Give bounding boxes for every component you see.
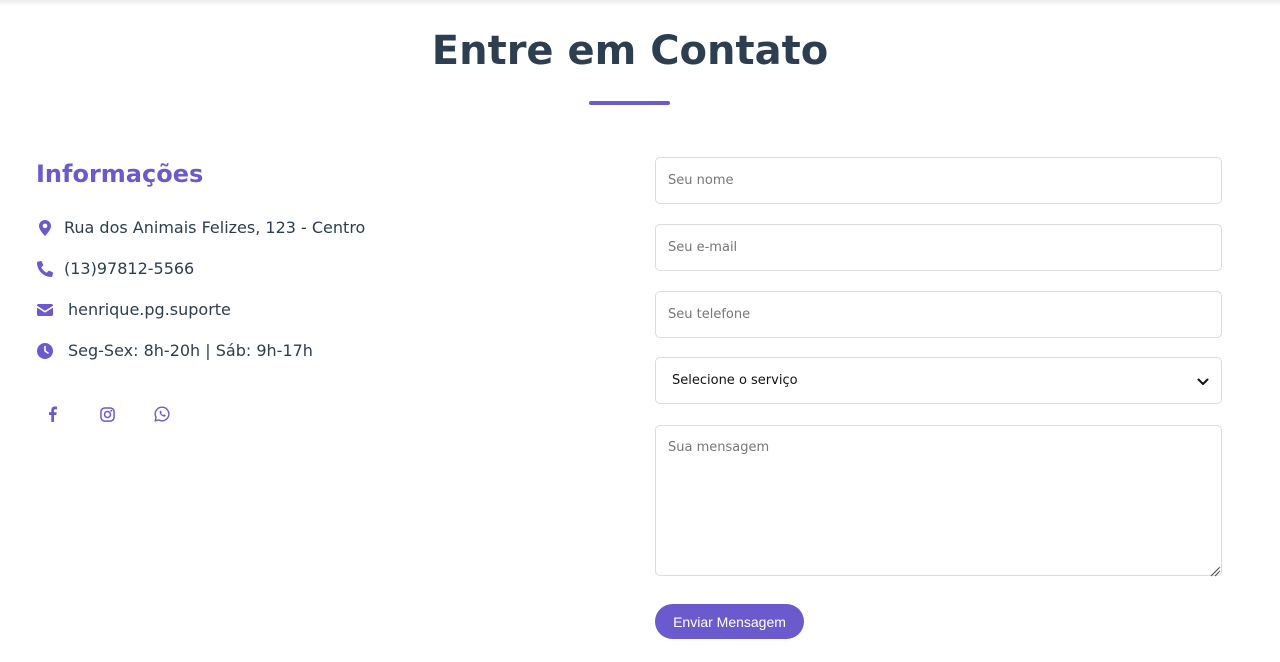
facebook-icon bbox=[48, 406, 57, 426]
facebook-link[interactable] bbox=[40, 404, 64, 428]
send-message-button[interactable]: Enviar Mensagem bbox=[655, 604, 804, 639]
clock-icon bbox=[36, 342, 54, 360]
page-title: Entre em Contato bbox=[431, 28, 829, 74]
info-item-address: Rua dos Animais Felizes, 123 - Centro bbox=[36, 218, 365, 237]
envelope-icon bbox=[36, 301, 54, 319]
info-item-phone: (13)97812-5566 bbox=[36, 259, 194, 278]
email-input[interactable] bbox=[655, 224, 1222, 271]
resize-handle-icon[interactable] bbox=[1208, 562, 1220, 577]
info-item-hours: Seg-Sex: 8h-20h | Sáb: 9h-17h bbox=[36, 341, 313, 360]
service-select[interactable]: Selecione o serviço bbox=[655, 357, 1222, 404]
map-pin-icon bbox=[36, 219, 54, 237]
title-underline bbox=[589, 101, 670, 105]
info-item-email: henrique.pg.suporte bbox=[36, 300, 231, 319]
info-heading: Informações bbox=[36, 160, 204, 188]
phone-icon bbox=[36, 260, 54, 278]
chevron-down-icon bbox=[1197, 371, 1209, 390]
phone-input[interactable] bbox=[655, 291, 1222, 338]
info-email-text: henrique.pg.suporte bbox=[68, 300, 231, 319]
whatsapp-icon bbox=[154, 406, 170, 426]
whatsapp-link[interactable] bbox=[150, 404, 174, 428]
name-input[interactable] bbox=[655, 157, 1222, 204]
header-shadow bbox=[0, 0, 1280, 6]
info-hours-text: Seg-Sex: 8h-20h | Sáb: 9h-17h bbox=[68, 341, 313, 360]
service-select-value: Selecione o serviço bbox=[672, 373, 798, 388]
info-phone-text: (13)97812-5566 bbox=[64, 259, 195, 278]
info-address-text: Rua dos Animais Felizes, 123 - Centro bbox=[64, 218, 366, 237]
message-textarea[interactable] bbox=[655, 425, 1222, 576]
instagram-link[interactable] bbox=[95, 404, 119, 428]
instagram-icon bbox=[99, 406, 115, 426]
